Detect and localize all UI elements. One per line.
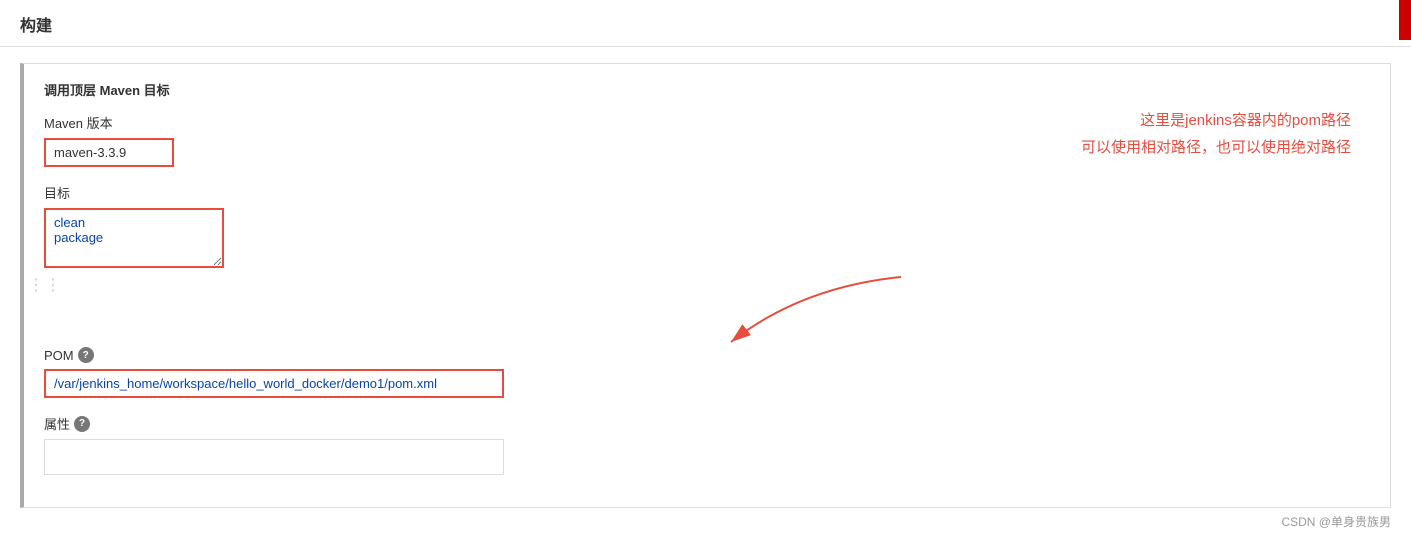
goals-section: 目标 clean package	[44, 183, 1370, 271]
maven-version-input[interactable]	[44, 138, 174, 167]
goals-label: 目标	[44, 183, 1370, 202]
footer-text: CSDN @单身贵族男	[1281, 513, 1391, 530]
section-title: 构建	[20, 18, 52, 35]
maven-version-section: Maven 版本	[44, 113, 1370, 167]
pom-help-icon[interactable]: ?	[78, 347, 94, 363]
section-header: 构建	[0, 0, 1411, 47]
spacer	[44, 287, 1370, 347]
properties-input-area[interactable]	[44, 439, 504, 475]
pom-label: POM ?	[44, 347, 1370, 363]
drag-handle[interactable]: ⋮⋮	[28, 278, 62, 294]
maven-panel: ⋮⋮ 调用顶层 Maven 目标 Maven 版本 目标 clean packa…	[20, 63, 1391, 508]
properties-section: 属性 ?	[44, 414, 1370, 475]
panel-title: 调用顶层 Maven 目标	[44, 80, 1370, 99]
properties-help-icon[interactable]: ?	[74, 416, 90, 432]
pom-section: POM ?	[44, 347, 1370, 398]
maven-version-label: Maven 版本	[44, 113, 1370, 132]
goals-textarea[interactable]: clean package	[44, 208, 224, 268]
content-area: ⋮⋮ 调用顶层 Maven 目标 Maven 版本 目标 clean packa…	[0, 47, 1411, 540]
red-accent-bar	[1399, 0, 1411, 40]
page-container: 构建 ⋮⋮ 调用顶层 Maven 目标 Maven 版本 目标 clean pa…	[0, 0, 1411, 540]
pom-input[interactable]	[44, 369, 504, 398]
properties-label: 属性 ?	[44, 414, 1370, 433]
